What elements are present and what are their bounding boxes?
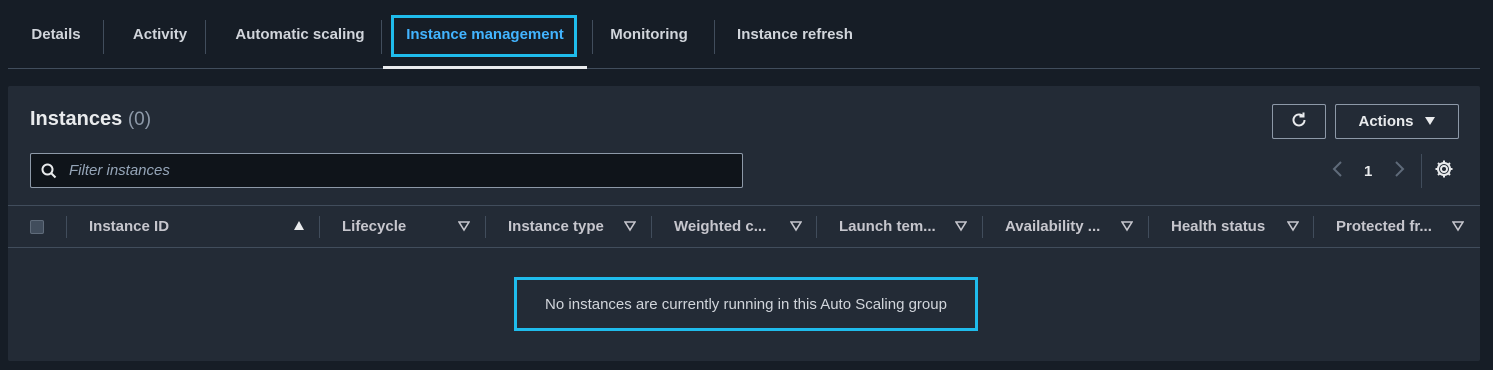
instances-panel: Instances (0) Actions Filter instances 1…: [8, 86, 1480, 361]
column-divider: [982, 216, 983, 238]
table-header: Instance ID Lifecycle Instance type Weig…: [8, 205, 1480, 248]
column-divider: [319, 216, 320, 238]
column-divider: [1148, 216, 1149, 238]
column-label: Instance type: [508, 218, 604, 235]
sort-icon: [623, 219, 637, 236]
empty-state-text: No instances are currently running in th…: [545, 295, 947, 313]
pagination-divider: [1421, 154, 1422, 188]
sort-ascending-icon: [293, 219, 305, 236]
column-label: Availability ...: [1005, 218, 1101, 235]
refresh-icon: [1289, 110, 1309, 134]
instances-count: (0): [127, 109, 152, 130]
sort-icon: [954, 219, 968, 236]
column-divider: [651, 216, 652, 238]
sort-icon: [457, 219, 471, 236]
sort-icon: [1286, 219, 1300, 236]
sort-icon: [1451, 219, 1465, 236]
refresh-button[interactable]: [1272, 104, 1326, 139]
column-header-weighted-capacity[interactable]: Weighted c...: [674, 206, 804, 247]
column-header-health-status[interactable]: Health status: [1171, 206, 1301, 247]
tab-instance-refresh[interactable]: Instance refresh: [730, 0, 860, 68]
column-header-protected-from[interactable]: Protected fr...: [1336, 206, 1466, 247]
preferences-button[interactable]: [1434, 156, 1454, 186]
select-all-checkbox[interactable]: [30, 220, 44, 234]
column-header-lifecycle[interactable]: Lifecycle: [342, 206, 472, 247]
actions-label: Actions: [1358, 113, 1414, 130]
column-divider: [485, 216, 486, 238]
tab-automatic-scaling[interactable]: Automatic scaling: [220, 0, 380, 68]
tab-divider: [205, 20, 206, 54]
filter-input[interactable]: [67, 161, 742, 180]
column-divider: [1313, 216, 1314, 238]
search-icon: [31, 163, 67, 179]
column-header-launch-template[interactable]: Launch tem...: [839, 206, 969, 247]
previous-page-button[interactable]: [1331, 156, 1345, 186]
page: Details Activity Automatic scaling Insta…: [0, 0, 1493, 370]
tab-divider: [592, 20, 593, 54]
page-title: Instances (0): [30, 108, 151, 131]
column-divider: [816, 216, 817, 238]
chevron-left-icon: [1331, 160, 1345, 183]
tab-details[interactable]: Details: [20, 0, 92, 68]
instances-title: Instances: [30, 108, 123, 130]
column-label: Launch tem...: [839, 218, 936, 235]
column-header-instance-type[interactable]: Instance type: [508, 206, 638, 247]
column-label: Instance ID: [89, 218, 170, 235]
column-label: Protected fr...: [1336, 218, 1432, 235]
chevron-right-icon: [1392, 160, 1406, 183]
tab-divider: [714, 20, 715, 54]
tab-bar: Details Activity Automatic scaling Insta…: [8, 0, 1480, 69]
tab-monitoring[interactable]: Monitoring: [604, 0, 694, 68]
page-number[interactable]: 1: [1364, 156, 1372, 186]
tab-divider: [103, 20, 104, 54]
tab-divider: [381, 20, 382, 54]
column-divider: [66, 216, 67, 238]
column-label: Health status: [1171, 218, 1266, 235]
filter-field[interactable]: [30, 153, 743, 188]
sort-icon: [1120, 219, 1134, 236]
actions-button[interactable]: Actions: [1335, 104, 1459, 139]
caret-down-icon: [1424, 113, 1436, 130]
column-header-availability-zone[interactable]: Availability ...: [1005, 206, 1135, 247]
empty-state-message: No instances are currently running in th…: [514, 277, 978, 331]
column-header-instance-id[interactable]: Instance ID: [89, 206, 305, 247]
column-label: Weighted c...: [674, 218, 767, 235]
next-page-button[interactable]: [1392, 156, 1406, 186]
sort-icon: [789, 219, 803, 236]
tab-instance-management[interactable]: Instance management: [383, 0, 587, 69]
column-label: Lifecycle: [342, 218, 407, 235]
gear-icon: [1434, 159, 1454, 184]
tab-activity[interactable]: Activity: [118, 0, 202, 68]
